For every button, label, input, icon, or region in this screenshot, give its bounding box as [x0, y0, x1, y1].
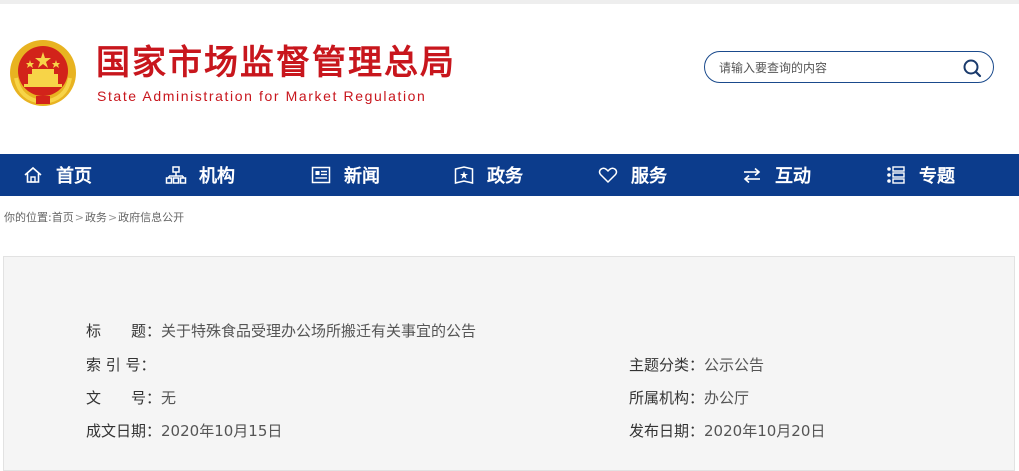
info-label: 主题分类： [629, 356, 705, 374]
breadcrumb-separator: > [107, 211, 118, 224]
government-icon [454, 166, 474, 184]
info-org-row: 所属机构：办公厅 [629, 387, 749, 408]
document-title: 关于特殊食品受理办公场所搬迁有关事宜的公告 [161, 322, 477, 340]
nav-label: 互动 [775, 166, 811, 187]
topic-category: 公示公告 [704, 356, 765, 374]
info-label: 成文日期： [86, 422, 162, 440]
nav-item-services[interactable]: 服务 [597, 154, 667, 196]
exchange-icon [743, 167, 761, 184]
breadcrumb-government[interactable]: 政务 [85, 211, 107, 224]
info-title-row: 标 题：关于特殊食品受理办公场所搬迁有关事宜的公告 [86, 320, 476, 341]
info-published-row: 发布日期：2020年10月20日 [629, 420, 825, 441]
search-box [704, 51, 994, 83]
home-icon [24, 166, 42, 183]
search-icon[interactable] [961, 57, 983, 79]
nav-label: 机构 [199, 166, 235, 187]
topics-icon [887, 166, 905, 184]
nav-item-news[interactable]: 新闻 [310, 154, 380, 196]
nav-item-topics[interactable]: 专题 [885, 154, 955, 196]
org-chart-icon [165, 166, 187, 184]
nav-label: 首页 [56, 166, 92, 187]
breadcrumb-info-disclosure[interactable]: 政府信息公开 [118, 211, 184, 224]
info-index-row: 索 引 号： [86, 354, 156, 375]
nav-label: 政务 [487, 166, 523, 187]
news-icon [311, 166, 331, 184]
info-label: 所属机构： [629, 389, 705, 407]
site-subtitle[interactable]: State Administration for Market Regulati… [97, 88, 426, 104]
breadcrumb-separator: > [74, 211, 84, 224]
breadcrumb-home[interactable]: 首页 [52, 211, 74, 224]
nav-item-interaction[interactable]: 互动 [741, 154, 811, 196]
owning-agency: 办公厅 [704, 389, 750, 407]
info-label: 发布日期： [629, 422, 705, 440]
breadcrumb: 你的位置:首页>政务>政府信息公开 [4, 209, 184, 225]
info-label: 文 号： [86, 389, 162, 407]
info-category-row: 主题分类：公示公告 [629, 354, 764, 375]
national-emblem-icon[interactable] [8, 38, 78, 108]
nav-item-home[interactable]: 首页 [22, 154, 92, 196]
heart-icon [598, 167, 618, 184]
info-label: 标 题： [86, 322, 162, 340]
nav-label: 服务 [631, 166, 667, 187]
published-date: 2020年10月20日 [704, 422, 826, 440]
site-title[interactable]: 国家市场监督管理总局 [96, 41, 456, 85]
info-label: 索 引 号： [86, 356, 156, 374]
nav-item-agencies[interactable]: 机构 [165, 154, 235, 196]
info-docno-row: 文 号：无 [86, 387, 176, 408]
info-created-row: 成文日期：2020年10月15日 [86, 420, 282, 441]
top-border [0, 0, 1019, 4]
created-date: 2020年10月15日 [161, 422, 283, 440]
nav-label: 新闻 [344, 166, 380, 187]
nav-item-government[interactable]: 政务 [453, 154, 523, 196]
breadcrumb-prefix: 你的位置: [4, 211, 52, 224]
document-number: 无 [161, 389, 177, 407]
nav-label: 专题 [919, 166, 955, 187]
main-nav: 首页 机构 新闻 政务 服务 互动 专题 [0, 154, 1019, 196]
search-input[interactable] [717, 57, 951, 79]
